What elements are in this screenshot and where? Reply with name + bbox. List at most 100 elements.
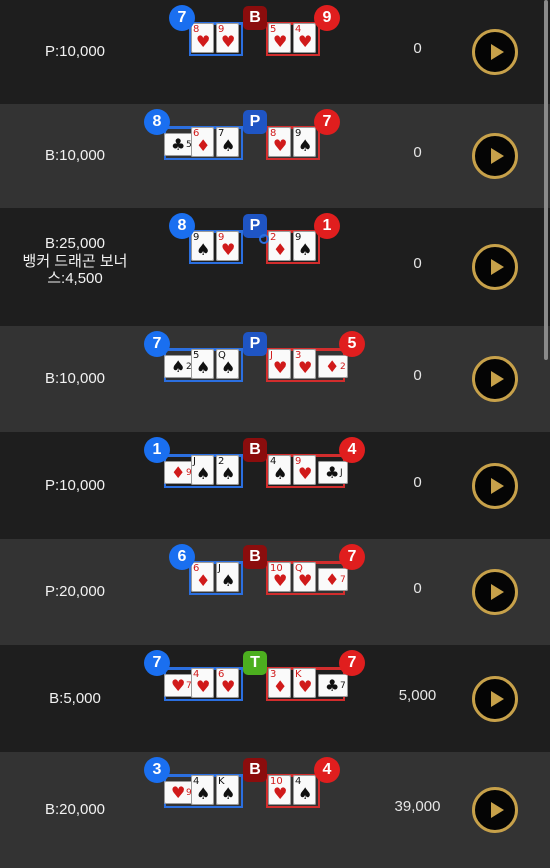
- player-card: 5 ♠: [191, 349, 214, 379]
- card-suit: ♠: [298, 240, 313, 259]
- player-card: J ♠: [216, 562, 239, 592]
- card-suit: ♠: [273, 464, 288, 483]
- winnings-amount: 5,000: [398, 686, 437, 704]
- card-suit: ♦: [325, 357, 340, 376]
- scrollbar[interactable]: [544, 0, 548, 360]
- banker-score: 7: [339, 650, 365, 676]
- history-row: 8 ♥ 9 ♥ 5 ♥ 4 ♥ 7 9 B P:10,000 0: [0, 0, 550, 104]
- result-badge: P: [243, 110, 267, 134]
- player-card: 4 ♠: [191, 775, 214, 805]
- banker-card: J ♣: [318, 461, 348, 484]
- banker-card: Q ♥: [293, 562, 316, 592]
- player-score: 1: [144, 437, 170, 463]
- card-suit: ♠: [196, 784, 211, 803]
- player-score: 8: [144, 109, 170, 135]
- history-row: 2 ♠ 5 ♠ Q ♠ J ♥ 3 ♥ 2 ♦ 7 5 P B:10,000 0: [0, 326, 550, 432]
- card-rank: J: [340, 468, 343, 478]
- winnings-amount: 0: [413, 473, 422, 491]
- card-suit: ♠: [196, 240, 211, 259]
- card-suit: ♥: [273, 784, 288, 803]
- banker-card: 2 ♦: [318, 355, 348, 378]
- card-suit: ♦: [196, 571, 211, 590]
- card-suit: ♥: [298, 571, 313, 590]
- banker-card: J ♥: [268, 349, 291, 379]
- play-icon: [491, 477, 504, 494]
- play-icon: [491, 148, 504, 164]
- card-suit: ♥: [196, 677, 211, 696]
- bet-amount: B:20,000: [44, 801, 106, 818]
- player-card: 9 ♥: [164, 781, 194, 804]
- winnings-amount: 39,000: [394, 798, 441, 815]
- replay-button[interactable]: [472, 569, 518, 615]
- replay-button[interactable]: [472, 29, 518, 75]
- player-card: 5 ♣: [164, 133, 194, 156]
- card-suit: ♥: [221, 32, 236, 51]
- player-card: 2 ♠: [216, 455, 239, 485]
- replay-button[interactable]: [472, 133, 518, 179]
- player-score: 3: [144, 757, 170, 783]
- player-card: 8 ♥: [191, 23, 214, 53]
- banker-card: 4 ♥: [293, 23, 316, 53]
- banker-card: 10 ♥: [268, 775, 291, 805]
- card-suit: ♦: [325, 570, 340, 589]
- banker-card: 5 ♥: [268, 23, 291, 53]
- history-row: 7 ♥ 4 ♥ 6 ♥ 3 ♦ K ♥ 7 ♣ 7 7 T B:5,000 5,000: [0, 645, 550, 752]
- history-row: 6 ♦ J ♠ 10 ♥ Q ♥ 7 ♦ 6 7 B P:20,000 0: [0, 539, 550, 645]
- card-suit: ♥: [221, 677, 236, 696]
- winnings-amount: 0: [413, 40, 422, 57]
- player-card: 9 ♦: [164, 461, 194, 484]
- card-suit: ♥: [273, 571, 288, 590]
- banker-card: 8 ♥: [268, 127, 291, 157]
- card-suit: ♠: [298, 784, 313, 803]
- player-score: 8: [169, 213, 195, 239]
- card-suit: ♠: [196, 358, 211, 377]
- banker-score: 7: [339, 544, 365, 570]
- play-icon: [491, 44, 504, 60]
- winnings-amount: 0: [413, 580, 422, 597]
- result-badge: B: [243, 545, 267, 569]
- banker-card: 9 ♠: [293, 127, 316, 157]
- card-suit: ♥: [298, 32, 313, 51]
- winnings-amount: 0: [413, 367, 422, 384]
- card-suit: ♥: [221, 240, 236, 259]
- player-card: J ♠: [191, 455, 214, 485]
- player-card: K ♠: [216, 775, 239, 805]
- replay-button[interactable]: [472, 244, 518, 290]
- card-suit: ♦: [171, 463, 186, 482]
- card-suit: ♠: [171, 357, 186, 376]
- banker-score: 9: [314, 5, 340, 31]
- banker-card: 10 ♥: [268, 562, 291, 592]
- bet-amount: P:10,000: [44, 476, 106, 494]
- play-icon: [491, 690, 504, 707]
- card-suit: ♦: [273, 240, 288, 259]
- result-badge: B: [243, 438, 267, 462]
- card-suit: ♠: [221, 358, 236, 377]
- banker-score: 4: [339, 437, 365, 463]
- cursor-ring: [259, 234, 269, 244]
- card-suit: ♥: [273, 136, 288, 155]
- player-card: Q ♠: [216, 349, 239, 379]
- history-row: 9 ♥ 4 ♠ K ♠ 10 ♥ 4 ♠ 3 4 B B:20,000 39,000: [0, 752, 550, 868]
- bet-amount: B:10,000: [44, 370, 106, 387]
- player-card: 6 ♦: [191, 562, 214, 592]
- result-badge: T: [243, 651, 267, 675]
- card-rank: 7: [340, 575, 346, 585]
- card-rank: 7: [340, 681, 346, 691]
- banker-card: 9 ♥: [293, 455, 316, 485]
- winnings-amount: 0: [413, 255, 422, 272]
- play-icon: [491, 584, 504, 600]
- bet-amount: P:20,000: [44, 583, 106, 600]
- result-badge: B: [243, 6, 267, 30]
- play-icon: [491, 802, 504, 818]
- replay-button[interactable]: [472, 462, 518, 509]
- replay-button[interactable]: [472, 787, 518, 833]
- player-score: 7: [144, 650, 170, 676]
- banker-score: 4: [314, 757, 340, 783]
- card-suit: ♥: [196, 32, 211, 51]
- card-suit: ♠: [221, 136, 236, 155]
- replay-button[interactable]: [472, 356, 518, 402]
- card-suit: ♠: [221, 571, 236, 590]
- player-card: 6 ♥: [216, 668, 239, 698]
- card-suit: ♥: [298, 677, 313, 696]
- replay-button[interactable]: [472, 675, 518, 722]
